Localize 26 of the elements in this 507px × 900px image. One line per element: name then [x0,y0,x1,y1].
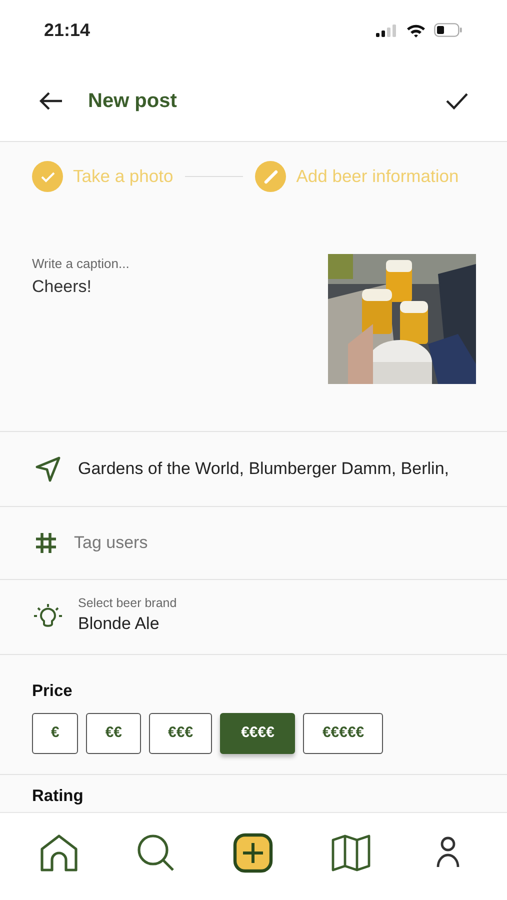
signal-icon [376,24,398,36]
status-time: 21:14 [44,18,90,42]
battery-icon [434,23,463,37]
navigation-arrow-icon [34,455,62,483]
caption-label: Write a caption... [32,255,130,273]
price-option[interactable]: €€€€ [220,712,296,754]
screen-title: New post [88,88,177,114]
add-icon[interactable] [233,833,274,873]
wifi-icon [406,22,426,38]
caption-field[interactable]: Cheers! [32,274,130,299]
section-title: Price [32,681,74,702]
section-title: Rating [32,787,84,807]
home-icon[interactable] [38,833,79,873]
field-label: Select beer brand [78,597,177,612]
price-option[interactable]: €€€€€ [303,712,384,754]
hashtag-icon [34,531,58,555]
back-button[interactable] [38,90,64,110]
map-icon[interactable] [330,833,371,873]
price-option[interactable]: € [32,712,78,754]
search-icon[interactable] [136,833,176,873]
confirm-button[interactable] [445,90,469,110]
price-option[interactable]: €€€ [149,712,212,754]
location-field[interactable]: Gardens of the World, Blumberger Damm, Berlin, [78,456,449,482]
price-option[interactable]: €€ [86,712,142,754]
beer-brand-field[interactable]: Blonde Ale [78,611,177,637]
tag-users-field[interactable]: Tag users [74,530,148,556]
